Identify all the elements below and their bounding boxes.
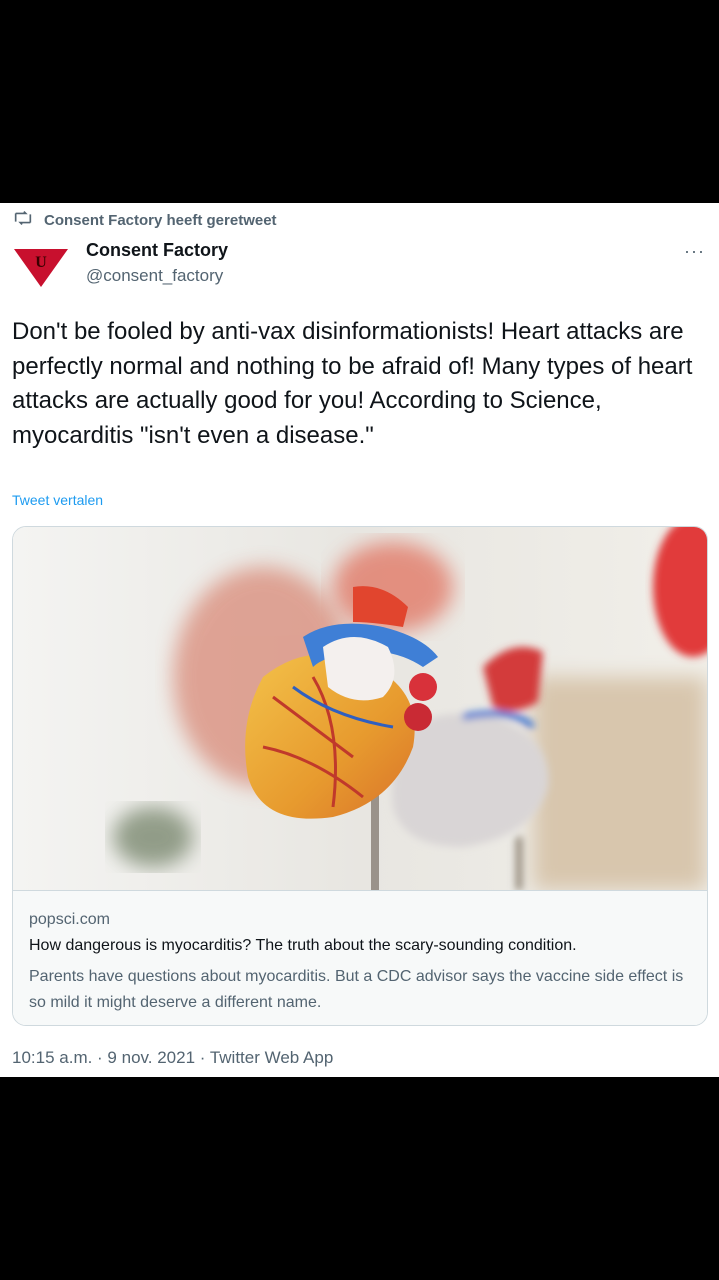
tweet[interactable]: Consent Factory heeft geretweet U Consen…: [0, 203, 719, 1077]
author-handle[interactable]: @consent_factory: [86, 266, 223, 286]
link-card[interactable]: popsci.com How dangerous is myocarditis?…: [12, 526, 708, 1026]
retweet-icon: [12, 207, 34, 233]
retweet-label: Consent Factory heeft geretweet: [44, 211, 277, 229]
card-text[interactable]: popsci.com How dangerous is myocarditis?…: [13, 890, 707, 1025]
tweet-text: Don't be fooled by anti-vax disinformati…: [12, 318, 693, 449]
screenshot: { "retweet": { "label": "Consent Factory…: [0, 0, 719, 1280]
more-options-icon[interactable]: ···: [684, 241, 705, 262]
avatar[interactable]: U: [12, 243, 70, 287]
card-title: How dangerous is myocarditis? The truth …: [29, 937, 577, 954]
card-domain: popsci.com: [29, 911, 110, 928]
retweet-context[interactable]: Consent Factory heeft geretweet: [12, 209, 277, 231]
translate-link[interactable]: Tweet vertalen: [12, 492, 103, 508]
card-description: Parents have questions about myocarditis…: [29, 968, 684, 1011]
avatar-letter: U: [35, 254, 47, 271]
tweet-meta[interactable]: 10:15 a.m. · 9 nov. 2021 · Twitter Web A…: [12, 1048, 333, 1068]
card-image: [13, 527, 707, 890]
author-name[interactable]: Consent Factory: [86, 240, 228, 261]
